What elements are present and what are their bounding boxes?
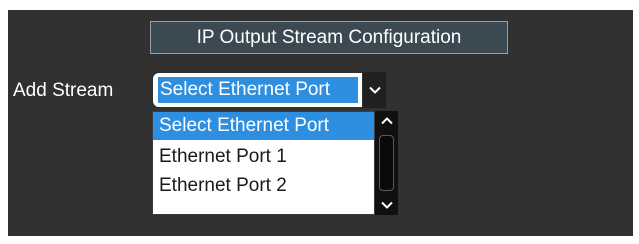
option-select-ethernet-port[interactable]: Select Ethernet Port — [153, 112, 374, 140]
option-ethernet-port-2[interactable]: Ethernet Port 2 — [153, 172, 374, 200]
chevron-down-icon — [380, 201, 393, 209]
option-ethernet-port-1[interactable]: Ethernet Port 1 — [153, 143, 374, 171]
ethernet-port-select-value: Select Ethernet Port — [158, 77, 358, 103]
ethernet-port-dropdown-list[interactable]: Select Ethernet Port Ethernet Port 1 Eth… — [152, 111, 375, 215]
scroll-down-button[interactable] — [375, 195, 398, 215]
add-stream-label: Add Stream — [13, 80, 114, 101]
scroll-up-button[interactable] — [375, 111, 398, 131]
page-title: IP Output Stream Configuration — [150, 21, 508, 54]
chevron-down-icon — [368, 86, 381, 94]
chevron-up-icon — [380, 117, 393, 125]
ethernet-port-select[interactable]: Select Ethernet Port — [152, 72, 363, 108]
select-dropdown-button[interactable] — [363, 72, 386, 108]
dropdown-scrollbar[interactable] — [375, 111, 398, 215]
scroll-thumb[interactable] — [379, 135, 394, 191]
